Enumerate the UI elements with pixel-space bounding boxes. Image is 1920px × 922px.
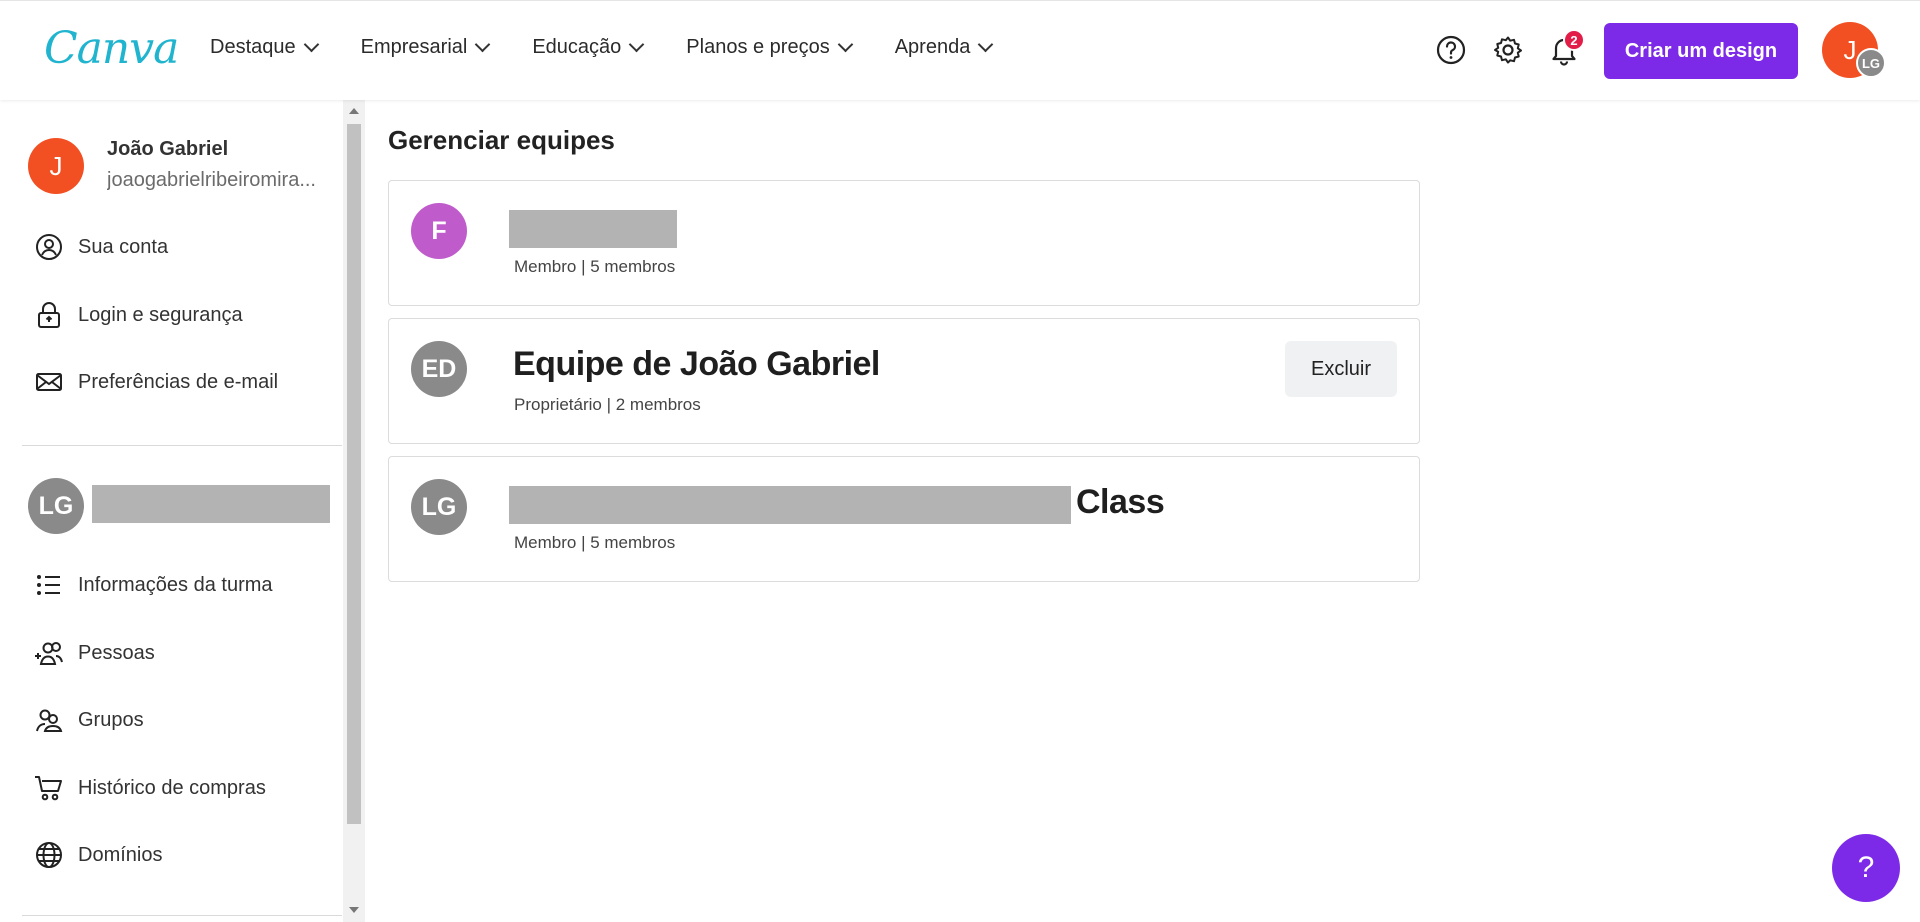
envelope-icon [36,373,62,391]
nav-aprenda[interactable]: Aprenda [894,36,994,59]
list-icon [37,575,60,595]
create-design-button[interactable]: Criar um design [1604,23,1798,79]
help-circle-icon[interactable] [1435,34,1467,66]
scroll-up-arrow-icon[interactable] [349,108,359,114]
sidebar-item-sua-conta[interactable]: Sua conta [34,227,168,267]
settings-sidebar: J João Gabriel joaogabrielribeiromira...… [0,100,343,922]
team-card[interactable]: LG Class Membro | 5 membros [388,456,1420,582]
globe-icon [36,842,62,868]
user-circle-icon [36,234,62,260]
sidebar-item-label: Histórico de compras [78,776,266,799]
help-button[interactable]: ? [1832,834,1900,902]
team-avatar-mini: LG [1856,48,1886,78]
main-nav: Destaque Empresarial Educação Planos e p… [210,36,1035,59]
delete-team-button[interactable]: Excluir [1285,341,1397,397]
team-name-suffix: Class [1076,483,1165,521]
sidebar-item-dominios[interactable]: Domínios [34,835,162,875]
redacted-team-name [92,485,330,523]
sidebar-item-label: Pessoas [78,641,155,664]
sidebar-item-label: Grupos [78,708,144,731]
team-name: Equipe de João Gabriel [513,345,880,383]
sidebar-divider [22,915,342,916]
profile-email: joaogabrielribeiromira... [107,169,316,191]
team-card[interactable]: ED Equipe de João Gabriel Proprietário |… [388,318,1420,444]
team-avatar: LG [28,478,84,534]
group-icon [36,709,63,732]
team-avatar: LG [411,479,467,535]
top-navigation-bar: Canva Destaque Empresarial Educação Plan… [0,0,1920,100]
sidebar-item-label: Informações da turma [78,573,273,596]
chevron-down-icon [475,36,491,53]
nav-label: Aprenda [894,36,971,58]
chevron-down-icon [978,36,994,53]
nav-planos-precos[interactable]: Planos e preços [686,36,853,59]
sidebar-scrollbar[interactable] [343,100,365,922]
scroll-down-arrow-icon[interactable] [349,907,359,913]
profile-avatar: J [28,138,84,194]
sidebar-item-label: Sua conta [78,235,169,258]
profile-name: João Gabriel [107,138,229,160]
sidebar-item-label: Domínios [78,843,163,866]
gear-icon[interactable] [1492,34,1524,66]
team-avatar: ED [411,341,467,397]
chevron-down-icon [629,36,645,53]
chevron-down-icon [303,36,319,53]
page-title: Gerenciar equipes [388,125,615,155]
nav-label: Destaque [210,36,296,58]
nav-label: Planos e preços [686,36,830,58]
nav-label: Educação [532,36,622,58]
nav-educacao[interactable]: Educação [532,36,645,59]
team-meta: Membro | 5 membros [514,257,676,276]
nav-destaque[interactable]: Destaque [210,36,319,59]
canva-logo[interactable]: Canva [44,23,179,74]
scrollbar-thumb[interactable] [347,124,361,824]
sidebar-item-grupos[interactable]: Grupos [34,700,144,740]
chevron-down-icon [837,36,853,53]
sidebar-item-login-seguranca[interactable]: Login e segurança [34,295,243,335]
sidebar-item-historico-compras[interactable]: Histórico de compras [34,768,266,808]
sidebar-item-label: Preferências de e-mail [78,370,279,393]
redacted-team-name [509,210,677,248]
sidebar-item-label: Login e segurança [78,303,243,326]
sidebar-item-pessoas[interactable]: Pessoas [34,633,155,673]
nav-label: Empresarial [360,36,468,58]
sidebar-item-preferencias-email[interactable]: Preferências de e-mail [34,362,278,402]
nav-empresarial[interactable]: Empresarial [360,36,491,59]
team-avatar: F [411,203,467,259]
sidebar-item-informacoes-turma[interactable]: Informações da turma [34,565,273,605]
lock-icon [38,302,60,328]
add-people-icon [35,642,63,665]
team-meta: Membro | 5 membros [514,533,676,552]
redacted-team-name [509,486,1071,524]
team-card[interactable]: F Membro | 5 membros [388,180,1420,306]
notification-badge: 2 [1563,29,1585,51]
cart-icon [35,776,62,801]
team-meta: Proprietário | 2 membros [514,395,701,414]
sidebar-divider [22,445,342,446]
